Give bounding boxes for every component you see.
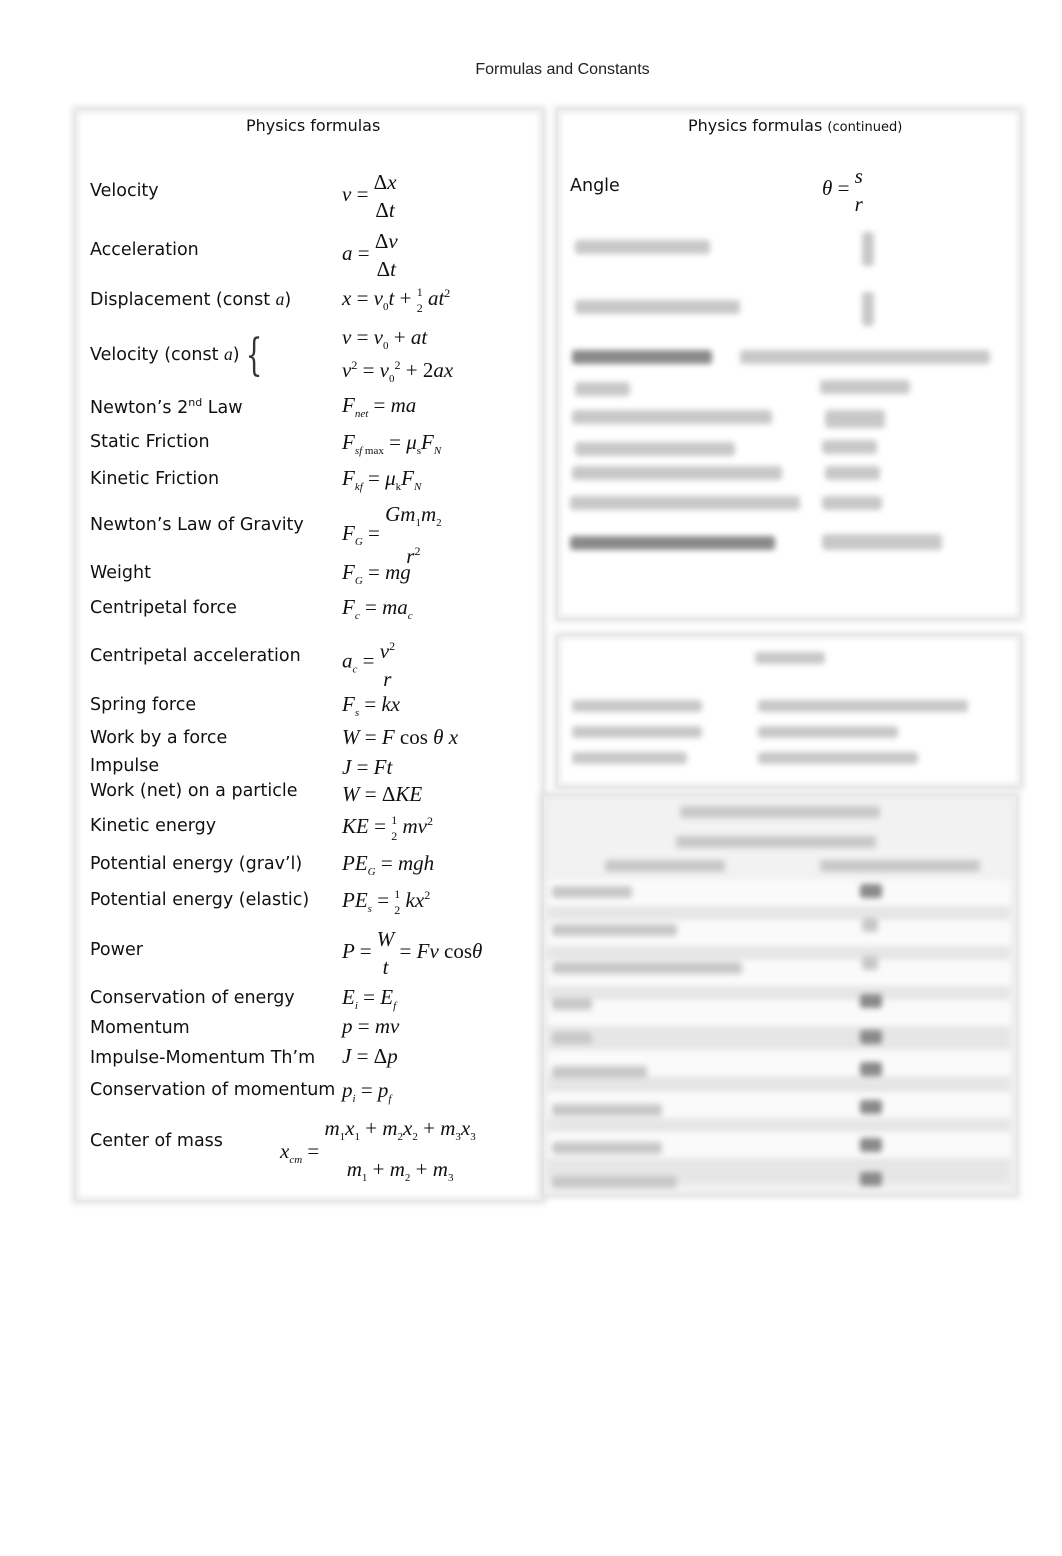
- formula-label-static-friction: Static Friction: [90, 432, 210, 452]
- formula-work-force: W = F cos θ x: [342, 725, 459, 749]
- formula-label-impulse-momentum: Impulse-Momentum Th’m: [90, 1048, 316, 1068]
- page-title: Formulas and Constants: [475, 61, 650, 78]
- formula-label-conservation-energy: Conservation of energy: [90, 988, 295, 1008]
- formula-static-friction: Fsf max = μsFN: [342, 430, 442, 457]
- formula-spring-force: Fs = kx: [342, 692, 401, 719]
- formula-impulse-momentum: J = Δp: [342, 1044, 398, 1068]
- formula-label-velocity-const: Velocity (const a): [90, 344, 240, 365]
- formula-pe-grav: PEG = mgh: [342, 851, 435, 878]
- formula-pe-elastic: PEs = 12 kx2: [342, 887, 431, 917]
- formula-velocity-const-1: v = v0 + at: [342, 325, 428, 352]
- formula-label-momentum: Momentum: [90, 1018, 190, 1038]
- formula-label-kinetic-friction: Kinetic Friction: [90, 469, 220, 489]
- formula-velocity-const-2: v2 = v02 + 2ax: [342, 358, 454, 385]
- formula-work-net: W = ΔKE: [342, 782, 423, 806]
- formula-power: P = Wt = Fv cosθ: [342, 927, 483, 979]
- formula-label-velocity: Velocity: [90, 181, 159, 201]
- formula-momentum: p = mv: [342, 1014, 400, 1038]
- formula-centripetal-accel: ac = v2 r: [342, 639, 396, 691]
- formula-label-newton-2nd: Newton’s 2nd Law: [90, 396, 243, 418]
- formula-displacement: x = v0t + 12 at2: [342, 285, 451, 315]
- formula-conservation-energy: Ei = Ef: [342, 985, 397, 1012]
- formula-label-work-net: Work (net) on a particle: [90, 781, 298, 801]
- formula-centripetal-force: Fc = mac: [342, 595, 413, 622]
- formula-label-gravity: Newton’s Law of Gravity: [90, 515, 304, 535]
- formula-conservation-momentum: pi = pf: [342, 1078, 392, 1105]
- formula-label-work-force: Work by a force: [90, 728, 228, 748]
- formula-label-angle: Angle: [570, 176, 620, 196]
- formula-label-kinetic-energy: Kinetic energy: [90, 816, 217, 836]
- formula-label-weight: Weight: [90, 563, 151, 583]
- panel-heading: Physics formulas: [246, 116, 381, 135]
- formula-label-centripetal-force: Centripetal force: [90, 598, 237, 618]
- formula-weight: FG = mg: [342, 560, 411, 587]
- formula-label-impulse: Impulse: [90, 756, 160, 776]
- formula-kinetic-friction: Fkf = μkFN: [342, 466, 422, 493]
- formula-label-pe-grav: Potential energy (grav’l): [90, 854, 303, 874]
- formula-label-conservation-momentum: Conservation of momentum: [90, 1080, 336, 1100]
- formula-acceleration: a = Δv Δt: [342, 229, 398, 281]
- formula-label-spring-force: Spring force: [90, 695, 197, 715]
- formula-center-of-mass: xcm = m1x1 + m2x2 + m3x3 m1 + m2 + m3: [280, 1116, 476, 1184]
- formula-velocity: v = Δx Δt: [342, 170, 397, 222]
- formula-label-acceleration: Acceleration: [90, 240, 199, 260]
- brace-icon: {: [245, 330, 263, 381]
- formula-kinetic-energy: KE = 12 mv2: [342, 813, 433, 843]
- formula-label-center-of-mass: Center of mass: [90, 1131, 223, 1151]
- panel-heading-continued: Physics formulas (continued): [688, 116, 903, 135]
- formula-label-power: Power: [90, 940, 143, 960]
- formula-angle: θ = sr: [822, 164, 863, 216]
- formula-label-centripetal-accel: Centripetal acceleration: [90, 646, 301, 666]
- formula-label-displacement: Displacement (const a): [90, 289, 292, 310]
- formula-label-pe-elastic: Potential energy (elastic): [90, 890, 310, 910]
- formula-newton-2nd: Fnet = ma: [342, 393, 417, 420]
- formula-impulse: J = Ft: [342, 755, 393, 779]
